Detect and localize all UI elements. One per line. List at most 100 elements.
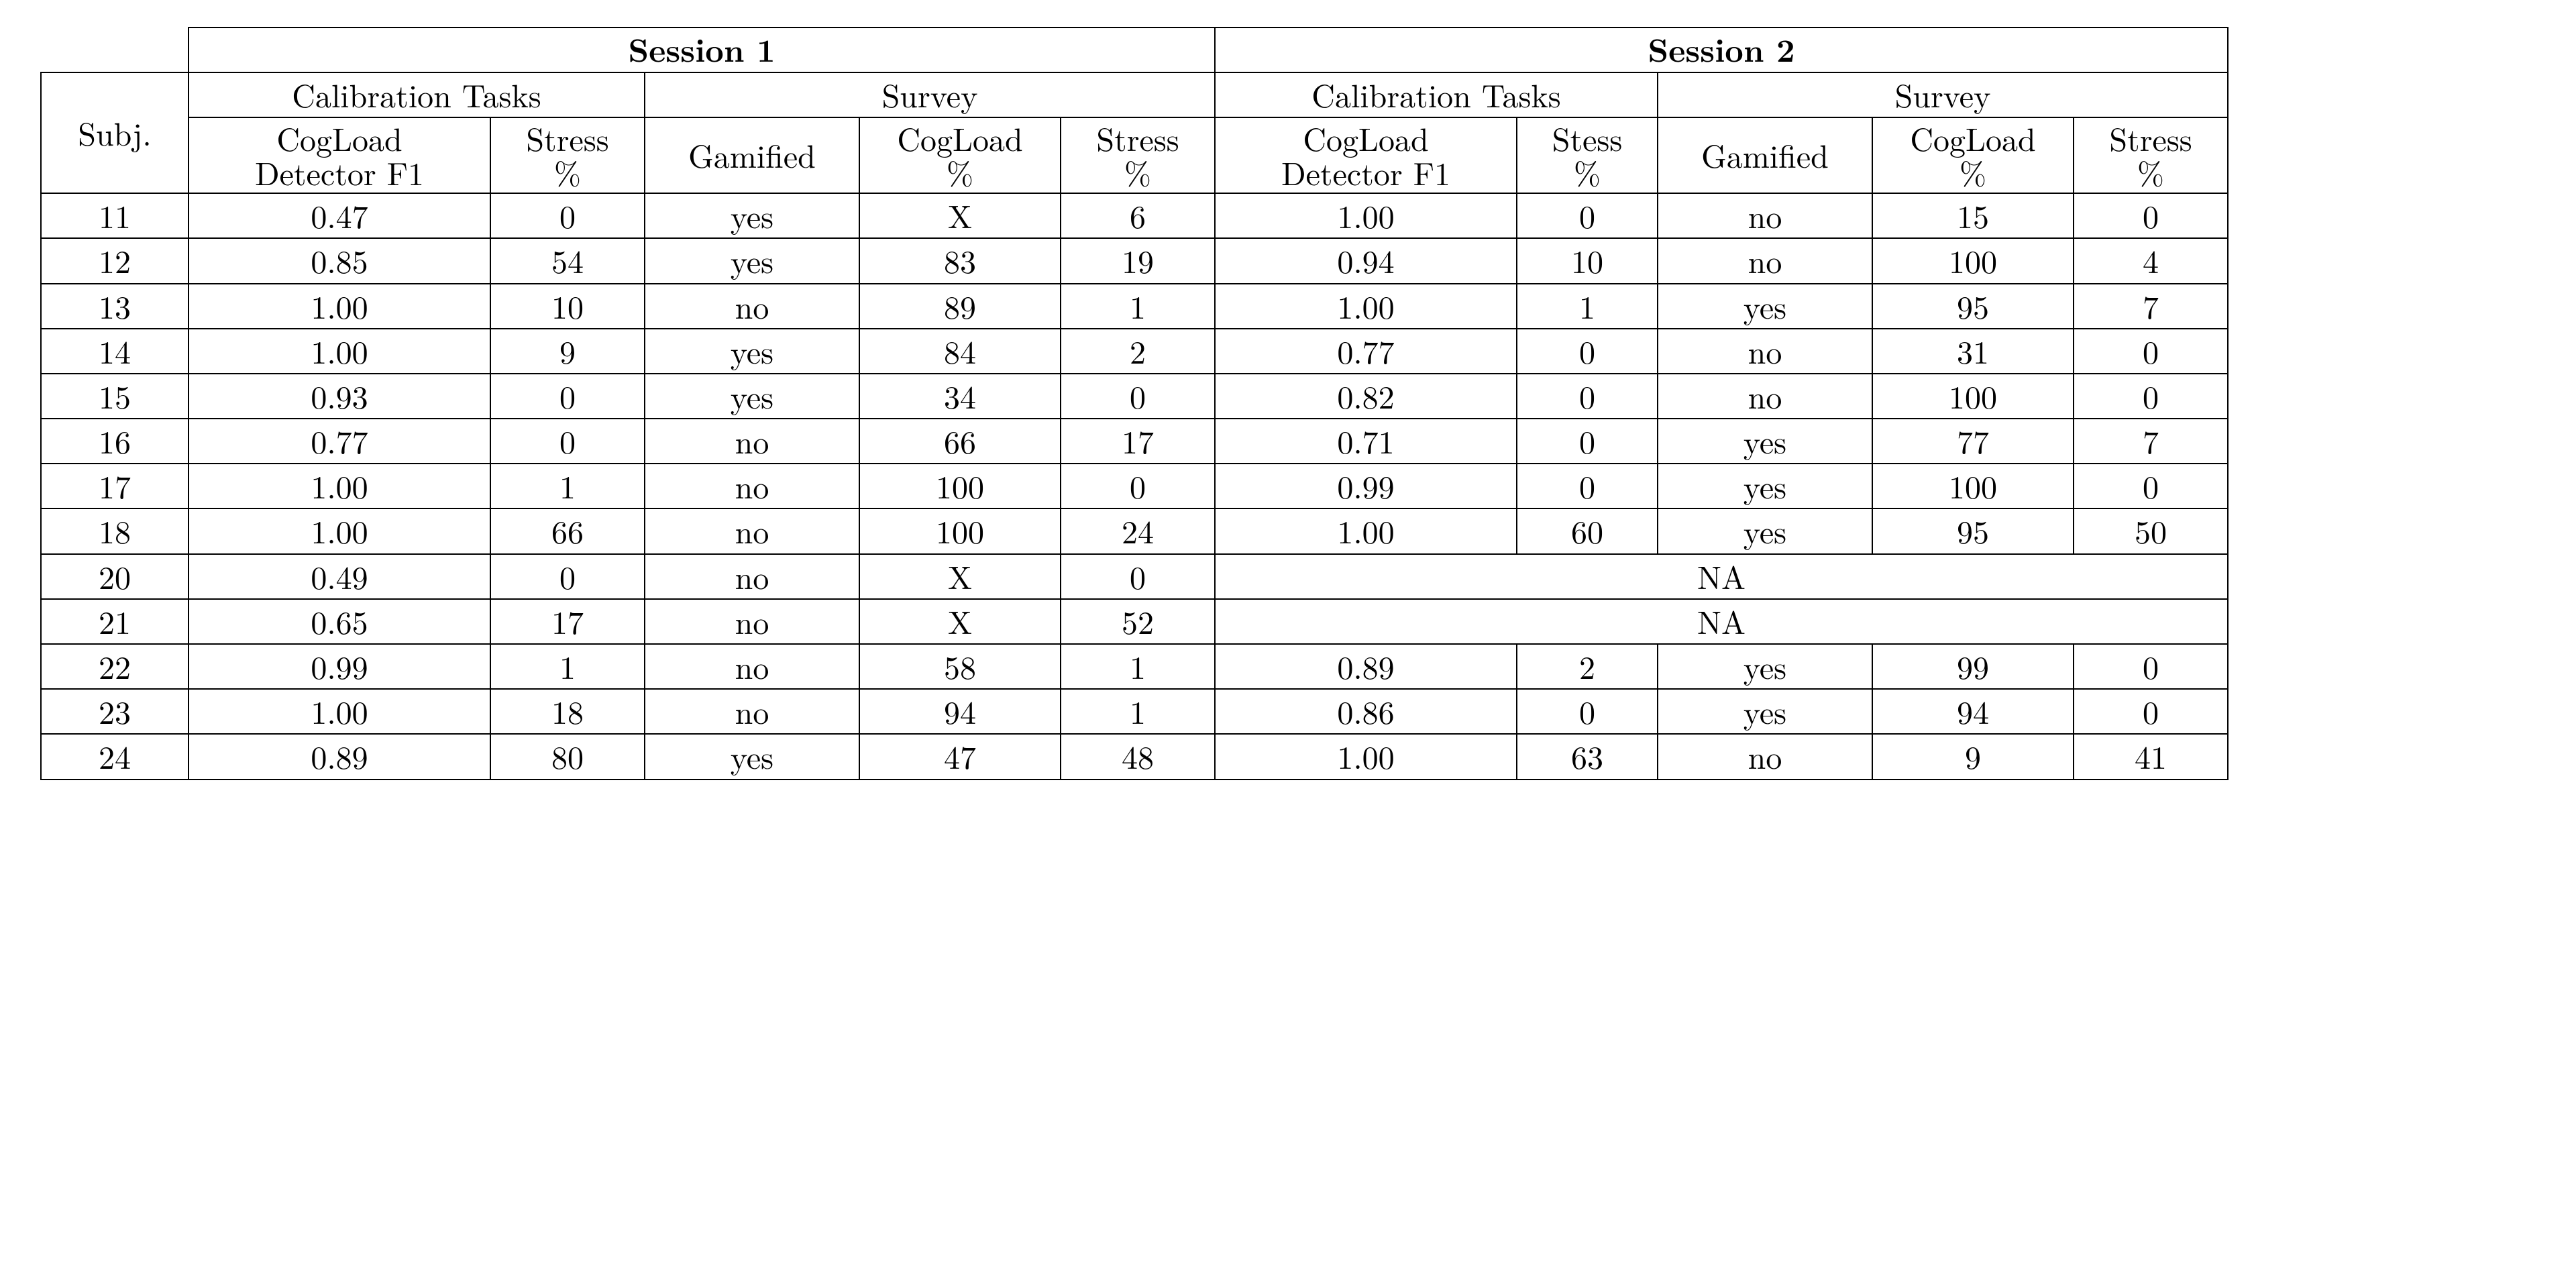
table-row: 120.8554yes83190.9410no1004 <box>41 238 2228 283</box>
cell-s2-sp: 0 <box>2074 689 2228 734</box>
cell-s2-gam: yes <box>1658 508 1872 553</box>
cell-s1-cl: X <box>859 193 1061 238</box>
cell-s2-st: 0 <box>1517 419 1658 464</box>
cell-s1-f1: 1.00 <box>189 689 490 734</box>
table-row: 110.470yesX61.000no150 <box>41 193 2228 238</box>
cell-s2-f1: 0.71 <box>1215 419 1517 464</box>
cell-s2-st: 0 <box>1517 193 1658 238</box>
cell-s2-f1: 1.00 <box>1215 734 1517 779</box>
cell-s2-sp: 7 <box>2074 284 2228 329</box>
header-s2-cogload-pct: CogLoad% <box>1872 117 2074 193</box>
table-row: 240.8980yes47481.0063no941 <box>41 734 2228 779</box>
cell-s2-f1: 0.82 <box>1215 374 1517 419</box>
cell-s1-cl: 100 <box>859 464 1061 508</box>
cell-subj: 17 <box>41 464 189 508</box>
cell-s1-gam: yes <box>645 734 859 779</box>
cell-subj: 23 <box>41 689 189 734</box>
header-s2-calibration: Calibration Tasks <box>1215 72 1658 117</box>
header-session-2: Session 2 <box>1215 28 2228 72</box>
cell-s1-sp: 0 <box>1061 374 1215 419</box>
cell-s1-st: 80 <box>490 734 645 779</box>
cell-s1-sp: 17 <box>1061 419 1215 464</box>
cell-s2-gam: yes <box>1658 464 1872 508</box>
cell-s1-gam: no <box>645 599 859 644</box>
cell-s2-gam: no <box>1658 238 1872 283</box>
cell-s1-st: 0 <box>490 193 645 238</box>
cell-subj: 13 <box>41 284 189 329</box>
header-s2-cogload-f1: CogLoadDetector F1 <box>1215 117 1517 193</box>
cell-s1-f1: 0.49 <box>189 554 490 599</box>
table-row: 131.0010no8911.001yes957 <box>41 284 2228 329</box>
cell-s2-sp: 7 <box>2074 419 2228 464</box>
cell-s1-cl: X <box>859 599 1061 644</box>
table-row: 220.991no5810.892yes990 <box>41 644 2228 689</box>
cell-s1-cl: 84 <box>859 329 1061 374</box>
cell-s1-f1: 1.00 <box>189 329 490 374</box>
cell-subj: 21 <box>41 599 189 644</box>
cell-s2-gam: no <box>1658 734 1872 779</box>
cell-subj: 12 <box>41 238 189 283</box>
header-s1-cogload-pct: CogLoad% <box>859 117 1061 193</box>
cell-s2-sp: 50 <box>2074 508 2228 553</box>
cell-s1-f1: 1.00 <box>189 508 490 553</box>
cell-s1-sp: 48 <box>1061 734 1215 779</box>
header-s2-stress-pct: Stress% <box>2074 117 2228 193</box>
cell-s1-cl: X <box>859 554 1061 599</box>
cell-subj: 20 <box>41 554 189 599</box>
cell-s2-st: 2 <box>1517 644 1658 689</box>
cell-s2-gam: no <box>1658 193 1872 238</box>
cell-s1-cl: 100 <box>859 508 1061 553</box>
cell-s1-sp: 6 <box>1061 193 1215 238</box>
cell-s1-st: 66 <box>490 508 645 553</box>
cell-s2-gam: no <box>1658 374 1872 419</box>
table-row: 200.490noX0NA <box>41 554 2228 599</box>
cell-s2-sp: 4 <box>2074 238 2228 283</box>
cell-s2-f1: 0.89 <box>1215 644 1517 689</box>
cell-s2-cl: 95 <box>1872 508 2074 553</box>
table-row: 141.009yes8420.770no310 <box>41 329 2228 374</box>
cell-s1-sp: 1 <box>1061 644 1215 689</box>
cell-s2-f1: 1.00 <box>1215 508 1517 553</box>
cell-s1-gam: no <box>645 508 859 553</box>
cell-s2-cl: 99 <box>1872 644 2074 689</box>
cell-s2-f1: 0.94 <box>1215 238 1517 283</box>
cell-s2-gam: yes <box>1658 284 1872 329</box>
cell-s2-st: 0 <box>1517 374 1658 419</box>
cell-s2-sp: 0 <box>2074 193 2228 238</box>
cell-s2-st: 0 <box>1517 464 1658 508</box>
cell-s1-sp: 0 <box>1061 464 1215 508</box>
cell-s2-st: 1 <box>1517 284 1658 329</box>
cell-s1-sp: 1 <box>1061 284 1215 329</box>
cell-s1-f1: 0.77 <box>189 419 490 464</box>
cell-s2-cl: 31 <box>1872 329 2074 374</box>
cell-s1-cl: 89 <box>859 284 1061 329</box>
cell-s1-cl: 47 <box>859 734 1061 779</box>
cell-subj: 16 <box>41 419 189 464</box>
table-row: 210.6517noX52NA <box>41 599 2228 644</box>
cell-s2-gam: no <box>1658 329 1872 374</box>
cell-s2-f1: 0.86 <box>1215 689 1517 734</box>
table-row: 160.770no66170.710yes777 <box>41 419 2228 464</box>
cell-s2-na: NA <box>1215 599 2228 644</box>
cell-s2-sp: 0 <box>2074 464 2228 508</box>
cell-s1-f1: 0.85 <box>189 238 490 283</box>
cell-s1-gam: yes <box>645 374 859 419</box>
cell-s1-st: 10 <box>490 284 645 329</box>
cell-s1-st: 9 <box>490 329 645 374</box>
cell-s1-st: 54 <box>490 238 645 283</box>
cell-s2-st: 0 <box>1517 689 1658 734</box>
cell-s2-st: 63 <box>1517 734 1658 779</box>
cell-s1-f1: 0.99 <box>189 644 490 689</box>
cell-s2-st: 0 <box>1517 329 1658 374</box>
cell-s1-st: 1 <box>490 464 645 508</box>
cell-s1-sp: 52 <box>1061 599 1215 644</box>
cell-s1-cl: 34 <box>859 374 1061 419</box>
cell-s1-f1: 0.89 <box>189 734 490 779</box>
header-session-1: Session 1 <box>189 28 1215 72</box>
cell-s2-st: 10 <box>1517 238 1658 283</box>
header-s1-gamified: Gamified <box>645 117 859 193</box>
cell-s2-st: 60 <box>1517 508 1658 553</box>
cell-s2-cl: 100 <box>1872 464 2074 508</box>
cell-s2-gam: yes <box>1658 644 1872 689</box>
cell-s1-gam: no <box>645 419 859 464</box>
